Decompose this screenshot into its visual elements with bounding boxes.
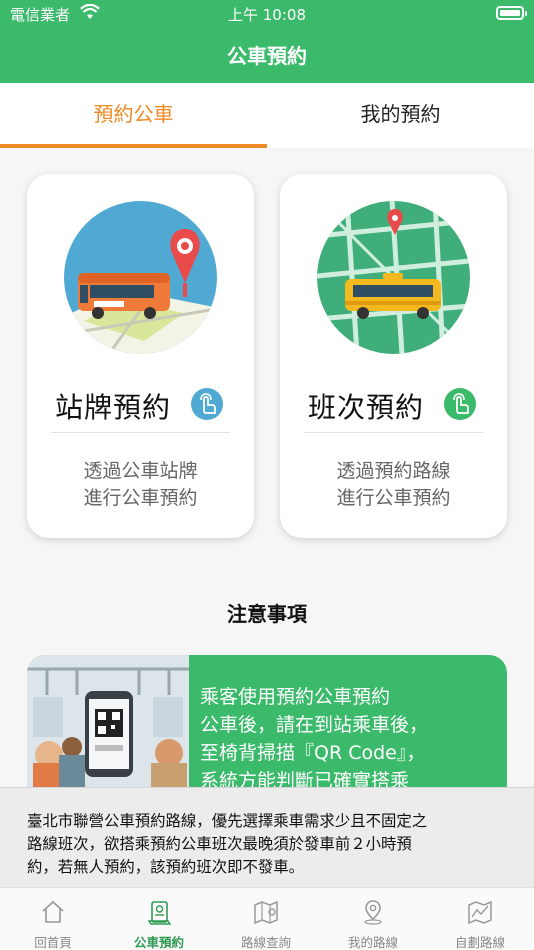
tab-my-bookings[interactable]: 我的預約 [267, 83, 534, 148]
tabbar-label: 自劃路線 [454, 935, 505, 950]
desc-line: 透過預約路線 [336, 460, 451, 482]
tabbar-my-routes[interactable]: 我的路線 [320, 888, 426, 950]
custom-route-icon [467, 899, 493, 925]
tap-icon [444, 388, 476, 420]
location-pin-icon [360, 899, 386, 925]
clock: 上午 10:08 [228, 6, 306, 24]
tabbar-home[interactable]: 回首頁 [0, 888, 106, 950]
tabbar-label: 公車預約 [133, 935, 184, 950]
banner-line: 路線班次，欲搭乘預約公車班次最晚須於發車前２小時預 [27, 835, 412, 853]
tabbar-bus-booking[interactable]: 公車預約 [106, 888, 212, 950]
stop-reservation-card[interactable]: 站牌預約 透過公車站牌 進行公車預約 [27, 174, 254, 538]
battery-icon [496, 6, 527, 20]
notice-text: 乘客使用預約公車預約 公車後，請在到站乘車後， 至椅背掃描『QR Code』， … [200, 683, 500, 795]
trip-reservation-title: 班次預約 [308, 391, 425, 424]
desc-line: 進行公車預約 [336, 487, 451, 509]
card-divider [304, 432, 483, 433]
stop-reservation-title: 站牌預約 [55, 391, 172, 424]
notice-line: 乘客使用預約公車預約 [200, 686, 391, 708]
home-icon [40, 899, 66, 925]
page-title: 公車預約 [227, 44, 307, 68]
tabbar-label: 我的路線 [347, 935, 398, 950]
notice-line: 公車後，請在到站乘車後， [200, 714, 429, 736]
tabbar-custom-route[interactable]: 自劃路線 [427, 888, 533, 950]
tabbar-route-search[interactable]: 路線查詢 [213, 888, 319, 950]
qr-scan-illustration [27, 655, 189, 795]
notes-heading: 注意事項 [227, 602, 307, 626]
tabbar-label: 回首頁 [34, 935, 72, 950]
bottom-tab-bar: 回首頁 公車預約 路線查詢 我的路線 自劃路線 [0, 887, 534, 950]
trip-reservation-card[interactable]: 班次預約 透過預約路線 進行公車預約 [280, 174, 507, 538]
tab-book-bus[interactable]: 預約公車 [0, 83, 267, 148]
card-divider [51, 432, 230, 433]
notice-line: 至椅背掃描『QR Code』， [200, 742, 426, 764]
segment-tabs: 預約公車 我的預約 [0, 83, 534, 148]
info-banner-text: 臺北市聯營公車預約路線，優先選擇乘車需求少且不固定之 路線班次，欲搭乘預約公車班… [27, 810, 511, 879]
info-banner: 臺北市聯營公車預約路線，優先選擇乘車需求少且不固定之 路線班次，欲搭乘預約公車班… [0, 787, 534, 887]
app-header: 電信業者 上午 10:08 公車預約 [0, 0, 534, 83]
desc-line: 透過公車站牌 [83, 460, 198, 482]
booking-icon [146, 899, 172, 925]
banner-line: 臺北市聯營公車預約路線，優先選擇乘車需求少且不固定之 [27, 812, 428, 830]
tap-icon [191, 388, 223, 420]
bus-stop-illustration [64, 201, 217, 354]
trip-reservation-description: 透過預約路線 進行公車預約 [280, 458, 507, 512]
stop-reservation-description: 透過公車站牌 進行公車預約 [27, 458, 254, 512]
status-bar: 電信業者 上午 10:08 [0, 0, 534, 28]
route-map-illustration [317, 201, 470, 354]
notice-card: 乘客使用預約公車預約 公車後，請在到站乘車後， 至椅背掃描『QR Code』， … [27, 655, 507, 795]
banner-line: 約，若無人預約，該預約班次即不發車。 [27, 858, 305, 876]
route-map-icon [253, 899, 279, 925]
tabbar-label: 路線查詢 [240, 935, 291, 950]
active-tab-indicator [0, 144, 267, 148]
desc-line: 進行公車預約 [83, 487, 198, 509]
